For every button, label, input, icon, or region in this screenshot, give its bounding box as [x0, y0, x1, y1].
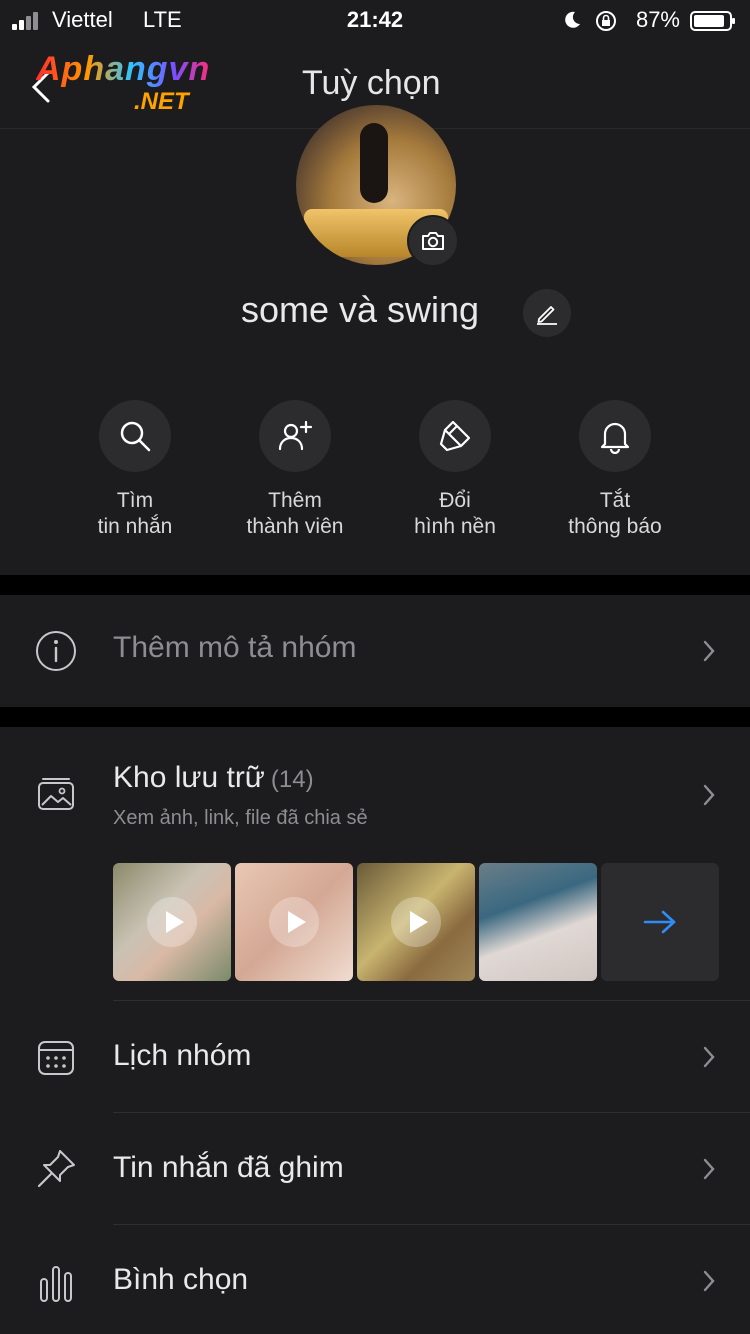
status-bar: Viettel LTE 21:42 87%	[0, 0, 750, 40]
media-thumbnail[interactable]	[479, 863, 597, 981]
group-options-section: Kho lưu trữ (14) Xem ảnh, link, file đã c…	[0, 727, 750, 1334]
pencil-icon	[537, 306, 557, 325]
bell-icon	[600, 422, 630, 454]
change-background-button[interactable]	[419, 400, 491, 472]
battery-icon	[690, 11, 735, 31]
group-profile-card: some và swing Tìm tin nhắn Thêm thành vi…	[0, 105, 750, 575]
change-avatar-button[interactable]	[407, 215, 459, 267]
add-member-icon	[278, 420, 313, 451]
storage-subtitle: Xem ảnh, link, file đã chia sẻ	[113, 807, 368, 829]
battery-percent: 87%	[635, 7, 680, 32]
edit-name-button[interactable]	[523, 289, 571, 337]
search-label: Tìm tin nhắn	[97, 489, 173, 538]
chevron-right-icon[interactable]	[702, 1045, 716, 1069]
add-member-label: Thêm thành viên	[246, 489, 344, 538]
media-thumbnail[interactable]	[235, 863, 353, 981]
play-icon	[269, 897, 319, 947]
play-icon	[391, 897, 441, 947]
divider	[113, 1112, 750, 1113]
media-thumbnail[interactable]	[113, 863, 231, 981]
play-icon	[147, 897, 197, 947]
chevron-right-icon	[703, 640, 715, 662]
calendar-icon	[38, 1041, 74, 1075]
group-name-text: some và swing	[240, 289, 480, 330]
chevron-right-icon[interactable]	[702, 1269, 716, 1293]
watermark-logo: Aphangvn .NET	[36, 50, 211, 115]
logo-main-text: Aphangvn	[36, 50, 211, 88]
add-member-action[interactable]: Thêm thành viên	[215, 400, 375, 540]
add-description-row[interactable]: Thêm mô tả nhóm	[0, 595, 750, 707]
gallery-icon	[38, 778, 74, 810]
paint-brush-icon	[439, 420, 471, 452]
logo-sub-text: .NET	[134, 88, 189, 115]
add-member-button[interactable]	[259, 400, 331, 472]
chevron-right-icon[interactable]	[702, 783, 716, 807]
mute-button[interactable]	[579, 400, 651, 472]
info-icon	[36, 631, 76, 671]
moon-icon	[565, 11, 580, 28]
search-button[interactable]	[99, 400, 171, 472]
mute-notifications-action[interactable]: Tắt thông báo	[535, 400, 695, 540]
page-title: Tuỳ chọn	[302, 64, 441, 102]
group-calendar-row[interactable]: Lịch nhóm	[113, 1039, 251, 1073]
pinned-messages-row[interactable]: Tin nhắn đã ghim	[113, 1151, 344, 1185]
storage-title: Kho lưu trữ	[113, 761, 265, 794]
camera-icon	[422, 232, 444, 250]
poll-icon	[40, 1266, 72, 1302]
poll-row[interactable]: Bình chọn	[113, 1263, 248, 1297]
rotation-lock-icon	[596, 11, 616, 31]
group-name: some và swing	[0, 289, 750, 331]
pin-icon	[37, 1150, 75, 1188]
media-thumbnail[interactable]	[357, 863, 475, 981]
view-more-media-button[interactable]	[601, 863, 719, 981]
storage-row[interactable]: Kho lưu trữ (14)	[113, 761, 314, 795]
arrow-right-icon	[643, 910, 676, 934]
search-messages-action[interactable]: Tìm tin nhắn	[55, 400, 215, 540]
storage-count: (14)	[270, 766, 314, 793]
search-icon	[120, 421, 151, 452]
chevron-right-icon[interactable]	[702, 1157, 716, 1181]
add-description-label: Thêm mô tả nhóm	[113, 631, 357, 664]
change-background-label: Đổi hình nền	[414, 489, 496, 538]
divider	[113, 1224, 750, 1225]
change-background-action[interactable]: Đổi hình nền	[375, 400, 535, 540]
mute-label: Tắt thông báo	[568, 489, 662, 538]
divider	[113, 1000, 750, 1001]
